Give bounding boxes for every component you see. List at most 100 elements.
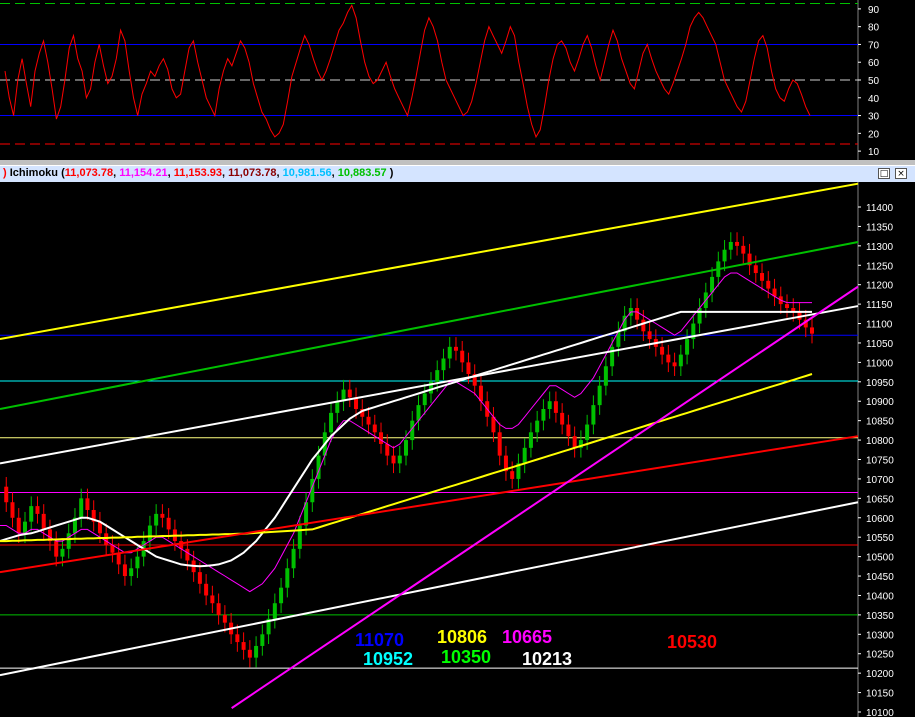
candle-body [260, 634, 265, 646]
candle-body [160, 513, 165, 518]
candle-body [647, 331, 652, 340]
candle-body [347, 389, 352, 398]
price-tick-label: 11400 [866, 203, 894, 214]
candle-body [672, 362, 677, 367]
price-tick-label: 10400 [866, 591, 894, 602]
candle-body [147, 525, 152, 542]
price-tick-label: 10750 [866, 456, 894, 467]
candle-body [766, 280, 771, 289]
price-tick-label: 10250 [866, 650, 894, 661]
candle-body [572, 436, 577, 448]
candle-body [35, 506, 40, 514]
oscillator-tick-label: 90 [868, 5, 880, 16]
candle-body [197, 572, 202, 584]
candle-body [547, 401, 552, 409]
candle-body [29, 506, 34, 522]
candle-body [85, 498, 90, 510]
candle-body [204, 583, 209, 596]
level-annotation-11070: 11070 [355, 630, 404, 650]
candle-body [291, 548, 296, 569]
trend-line-3 [0, 501, 859, 677]
candle-body [385, 443, 390, 456]
candle-body [610, 346, 615, 367]
level-annotation-10213: 10213 [522, 649, 572, 669]
candle-body [753, 265, 758, 274]
candle-body [435, 370, 440, 382]
candle-body [735, 241, 740, 246]
price-tick-label: 10350 [866, 611, 894, 622]
candle-body [441, 358, 446, 371]
candle-body [135, 556, 140, 569]
candle-body [635, 308, 640, 320]
value-3: 11,073.78 [228, 167, 277, 179]
level-annotation-10350: 10350 [441, 647, 491, 667]
price-tick-label: 10700 [866, 475, 894, 486]
price-tick-label: 10200 [866, 669, 894, 680]
candle-body [760, 273, 765, 281]
candle-body [535, 420, 540, 433]
price-tick-label: 11050 [866, 339, 894, 350]
oscillator-tick-label: 60 [868, 58, 880, 69]
candle-body [366, 416, 371, 425]
candle-body [166, 517, 171, 530]
candle-body [566, 424, 571, 437]
restore-icon[interactable]: □ [878, 168, 890, 179]
candle-body [422, 393, 427, 406]
candle-body [678, 354, 683, 367]
oscillator-tick-label: 10 [868, 147, 880, 158]
candle-body [335, 401, 340, 413]
oscillator-tick-label: 70 [868, 40, 880, 51]
candle-body [453, 346, 458, 351]
candle-body [79, 498, 84, 518]
candle-body [553, 401, 558, 413]
candle-body [528, 432, 533, 448]
price-tick-label: 11250 [866, 261, 894, 272]
oscillator-tick-label: 30 [868, 112, 880, 123]
candle-body [585, 424, 590, 441]
candle-body [728, 241, 733, 250]
price-tick-label: 10950 [866, 378, 894, 389]
oscillator-tick-label: 80 [868, 23, 880, 34]
value-0: 11,073.78 [64, 167, 114, 179]
price-tick-label: 11200 [866, 281, 894, 292]
price-tick-label: 10600 [866, 514, 894, 525]
value-2: 11,153.93 [173, 167, 223, 179]
candle-body [279, 587, 284, 604]
candle-body [272, 603, 277, 619]
candle-body [722, 249, 727, 262]
candle-body [285, 568, 290, 588]
candle-body [216, 603, 221, 615]
candle-body [4, 486, 9, 503]
candle-body [404, 440, 408, 456]
candle-body [247, 649, 252, 658]
level-annotation-10806: 10806 [437, 627, 487, 647]
candle-body [10, 502, 15, 518]
candle-body [397, 455, 402, 464]
candle-body [66, 533, 71, 549]
candle-body [391, 455, 396, 464]
price-tick-label: 10450 [866, 572, 894, 583]
candle-body [666, 354, 671, 363]
oscillator-tick-label: 40 [868, 94, 880, 105]
candle-body [591, 405, 596, 425]
candle-body [222, 614, 227, 623]
candle-body [541, 409, 546, 421]
price-tick-label: 10150 [866, 689, 894, 700]
level-annotation-10952: 10952 [363, 649, 413, 669]
level-annotation-10530: 10530 [667, 632, 717, 652]
candle-body [460, 350, 465, 363]
indicator-legend: ) Ichimoku (11,073.78, 11,154.21, 11,153… [3, 167, 394, 179]
price-tick-label: 11300 [866, 242, 894, 253]
candle-body [379, 432, 384, 444]
candle-body [16, 517, 21, 534]
price-tick-label: 10500 [866, 553, 894, 564]
candle-body [241, 642, 246, 650]
candle-body [510, 471, 515, 479]
candle-body [185, 548, 190, 561]
level-annotation-10665: 10665 [502, 627, 552, 647]
candle-body [372, 424, 377, 433]
candle-body [235, 634, 240, 643]
candle-body [660, 346, 665, 355]
close-icon[interactable]: × [895, 168, 907, 179]
candle-body [122, 564, 127, 577]
